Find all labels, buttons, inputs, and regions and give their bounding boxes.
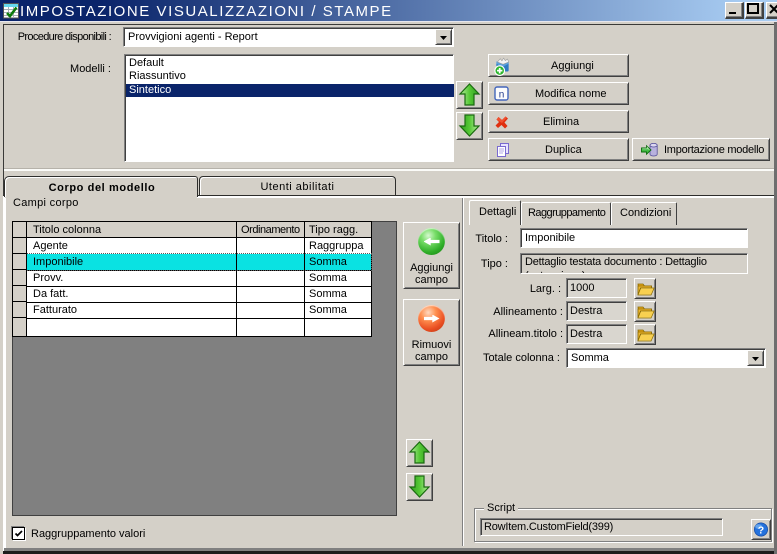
- svg-text:n: n: [499, 90, 505, 101]
- svg-text:?: ?: [758, 525, 764, 537]
